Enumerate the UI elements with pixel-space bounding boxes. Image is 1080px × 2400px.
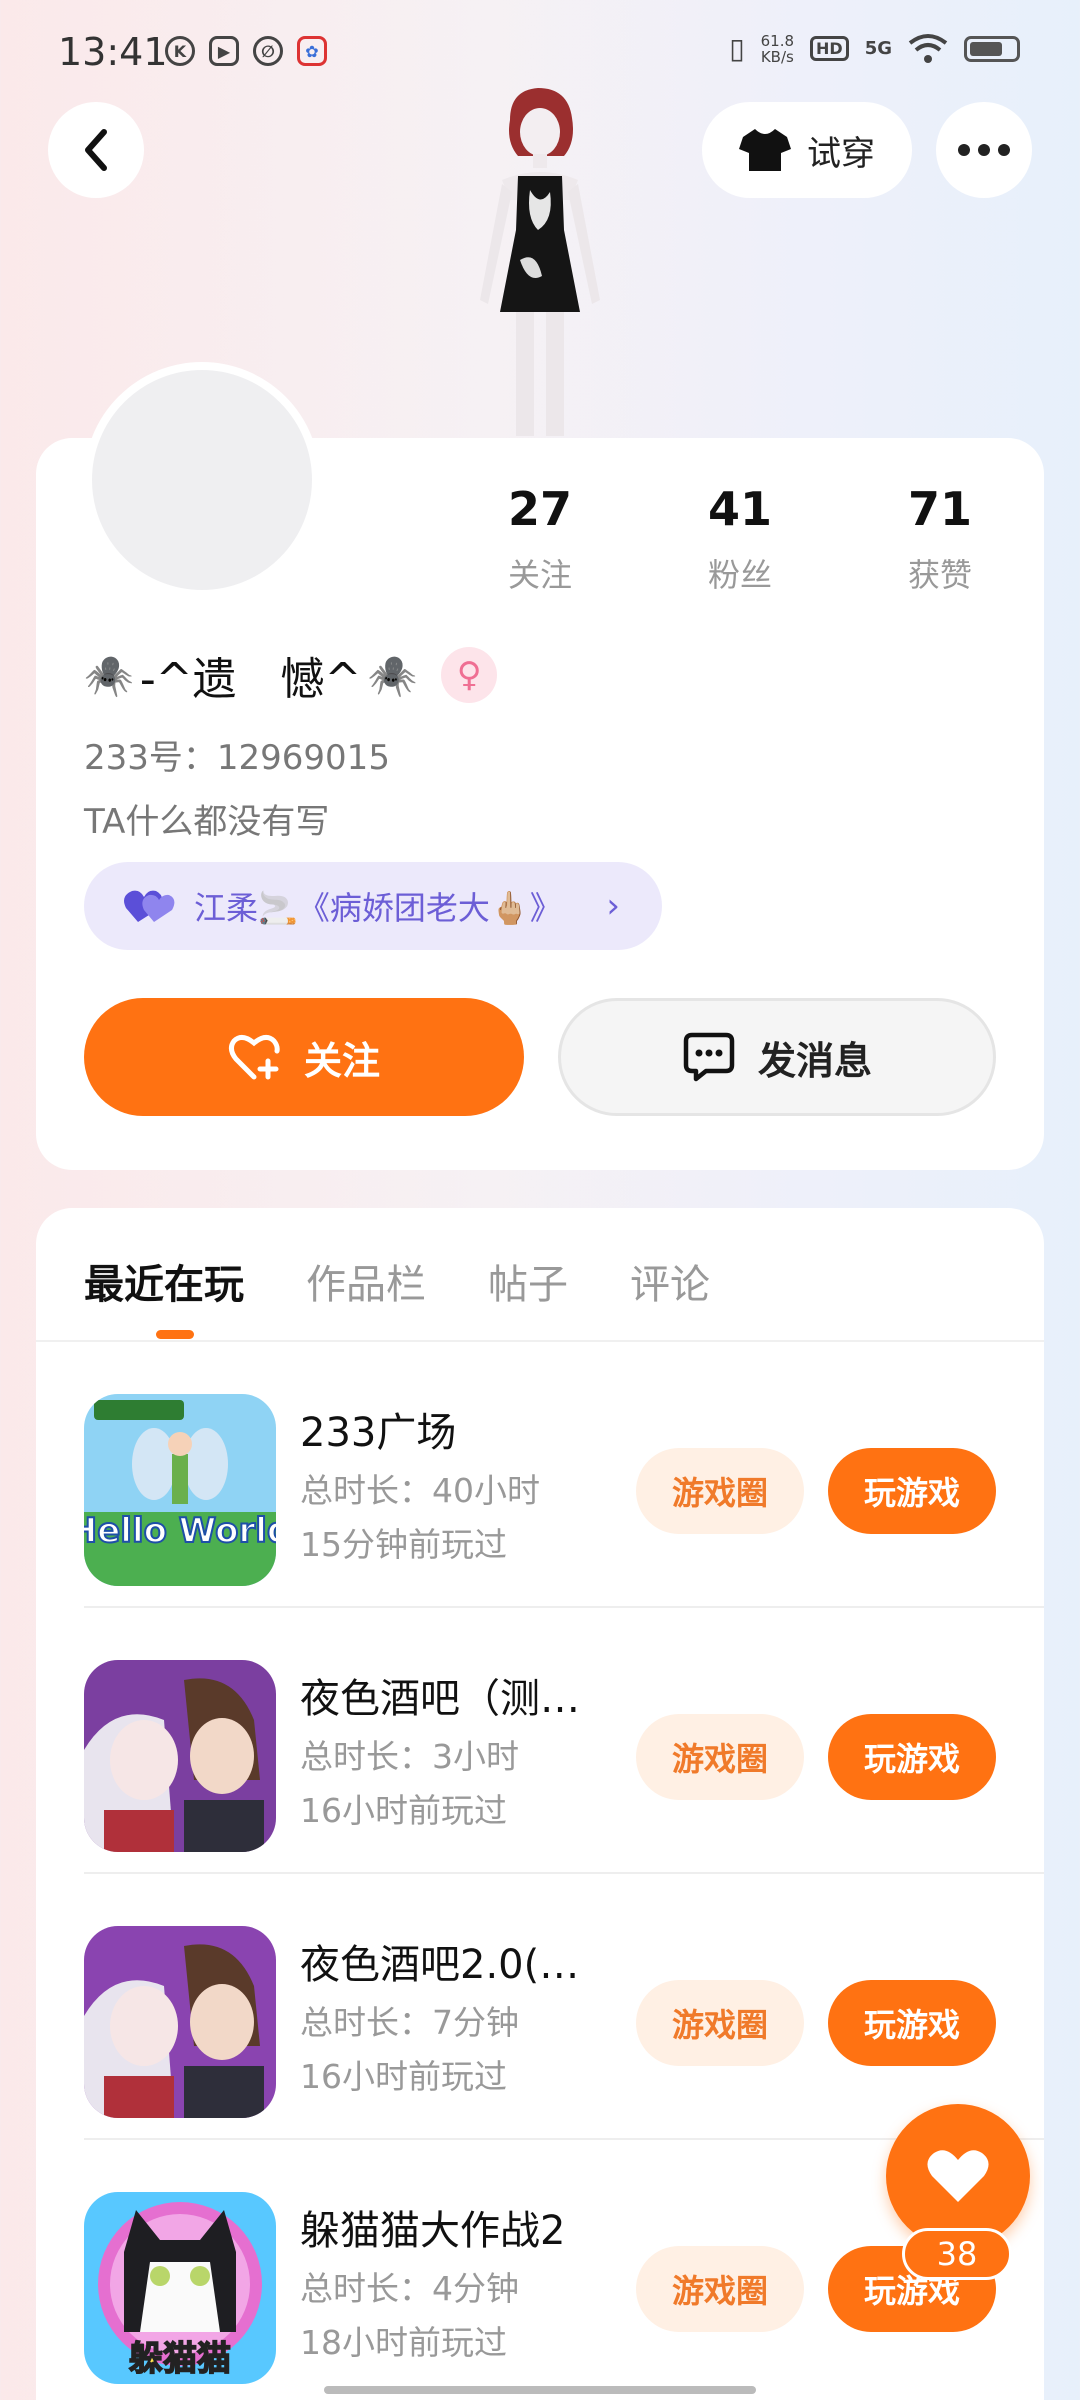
follow-label: 关注 [303,1038,380,1083]
game-name: 躲猫猫大作战2 [300,2208,566,2254]
game-icon-caption: Hello World [84,1511,276,1551]
home-indicator[interactable] [324,2386,756,2394]
game-row[interactable]: 夜色酒吧2.0(… 总时长：7分钟 16小时前玩过 游戏圈 玩游戏 [36,1874,1044,2140]
relation-text: 江柔🚬《病娇团老大🖕🏼》 [194,889,562,927]
status-time: 13:41 [58,30,168,74]
profile-tabs: 最近在玩 作品栏 帖子 评论 [84,1252,710,1310]
likes-stat[interactable]: 71 获赞 [840,482,1040,596]
tab-recent[interactable]: 最近在玩 [84,1252,244,1310]
games-card: 最近在玩 作品栏 帖子 评论 Hello World 233广场 总时长：40小… [36,1208,1044,2400]
spider-emoji-left: 🕷️ [84,652,134,699]
game-name: 233广场 [300,1410,457,1456]
chevron-right-icon: › [606,886,620,926]
game-thumbnail [84,1660,276,1852]
wifi-icon [908,33,948,63]
heart-plus-icon [228,1035,280,1080]
stat-value: 41 [707,482,772,536]
game-row[interactable]: Hello World 233广场 总时长：40小时 15分钟前玩过 游戏圈 玩… [36,1342,1044,1608]
play-icon: ▶ [209,36,239,66]
double-heart-icon [124,890,175,922]
status-right: ▯ 61.8 KB/s HD 5G [729,32,1020,65]
message-label: 发消息 [757,1038,872,1083]
game-icon-233-square[interactable]: Hello World [84,1394,276,1586]
stat-value: 71 [907,482,972,536]
game-circle-button[interactable]: 游戏圈 [636,2246,804,2332]
try-on-button[interactable]: 试穿 [702,102,912,198]
tshirt-icon [739,129,791,171]
game-duration: 总时长：3小时 [300,1737,519,1776]
network-5g-icon: 5G [864,38,892,59]
message-button[interactable]: 发消息 [558,998,996,1116]
tab-comments[interactable]: 评论 [630,1252,710,1310]
battery-icon [964,35,1020,62]
game-row[interactable]: 夜色酒吧（测… 总时长：3小时 16小时前玩过 游戏圈 玩游戏 [36,1608,1044,1874]
battery-level [970,41,1002,56]
game-name: 夜色酒吧（测… [300,1676,580,1722]
tab-posts[interactable]: 帖子 [488,1252,568,1310]
like-button[interactable] [886,2104,1030,2248]
game-circle-button[interactable]: 游戏圈 [636,1980,804,2066]
play-game-button[interactable]: 玩游戏 [828,1714,996,1800]
game-icon-night-bar[interactable] [84,1660,276,1852]
game-duration: 总时长：40小时 [300,1471,540,1510]
user-id: 233号：12969015 [84,738,390,778]
game-last-played: 16小时前玩过 [300,2057,507,2096]
stat-label: 关注 [507,556,572,594]
chevron-left-icon [85,129,107,171]
net-speed: 61.8 KB/s [760,31,795,66]
k-icon: K [165,36,195,66]
chat-bubble-icon [683,1032,735,1082]
back-button[interactable] [48,102,144,198]
user-bio: TA什么都没有写 [84,802,330,842]
play-game-button[interactable]: 玩游戏 [828,1980,996,2066]
game-last-played: 16小时前玩过 [300,1791,507,1830]
profile-stats: 27 关注 41 粉丝 71 获赞 [440,482,1040,596]
baidu-icon: ✿ [297,36,327,66]
game-name: 夜色酒吧2.0(… [300,1942,580,1988]
stat-value: 27 [507,482,572,536]
follow-button[interactable]: 关注 [84,998,524,1116]
try-on-label: 试穿 [807,133,875,174]
heart-icon [927,2150,989,2202]
game-thumbnail: 躲猫猫 [84,2192,276,2384]
relation-pill[interactable]: 江柔🚬《病娇团老大🖕🏼》 › [84,862,662,950]
game-circle-button[interactable]: 游戏圈 [636,1448,804,1534]
spider-emoji-right: 🕷️ [367,652,418,699]
more-button[interactable] [936,102,1032,198]
tab-works[interactable]: 作品栏 [306,1252,426,1310]
game-thumbnail: Hello World [84,1394,276,1586]
username-row: 🕷️ -^遗 憾^ 🕷️ ♀ [84,640,498,710]
game-duration: 总时长：7分钟 [300,2003,519,2042]
avatar[interactable] [84,362,320,598]
like-count-badge: 38 [902,2228,1012,2280]
game-thumbnail [84,1926,276,2118]
following-stat[interactable]: 27 关注 [440,482,640,596]
more-dots-icon [958,144,970,156]
active-tab-indicator [156,1330,194,1339]
leaf-icon: ∅ [253,36,283,66]
status-app-icons: K ▶ ∅ ✿ [165,36,327,66]
game-circle-button[interactable]: 游戏圈 [636,1714,804,1800]
game-last-played: 15分钟前玩过 [300,1525,507,1564]
game-duration: 总时长：4分钟 [300,2269,519,2308]
avatar-figure[interactable] [440,80,640,440]
followers-stat[interactable]: 41 粉丝 [640,482,840,596]
stat-label: 粉丝 [707,556,772,594]
game-icon-night-bar-2[interactable] [84,1926,276,2118]
play-game-button[interactable]: 玩游戏 [828,1448,996,1534]
female-gender-icon: ♀ [441,647,498,703]
game-icon-caption: 躲猫猫 [129,2339,231,2379]
stat-label: 获赞 [907,556,972,594]
username: -^遗 憾^ [139,654,362,705]
hd-icon: HD [810,36,849,61]
vibrate-icon: ▯ [729,32,745,65]
game-last-played: 18小时前玩过 [300,2323,507,2362]
game-icon-hide-and-seek[interactable]: 躲猫猫 [84,2192,276,2384]
